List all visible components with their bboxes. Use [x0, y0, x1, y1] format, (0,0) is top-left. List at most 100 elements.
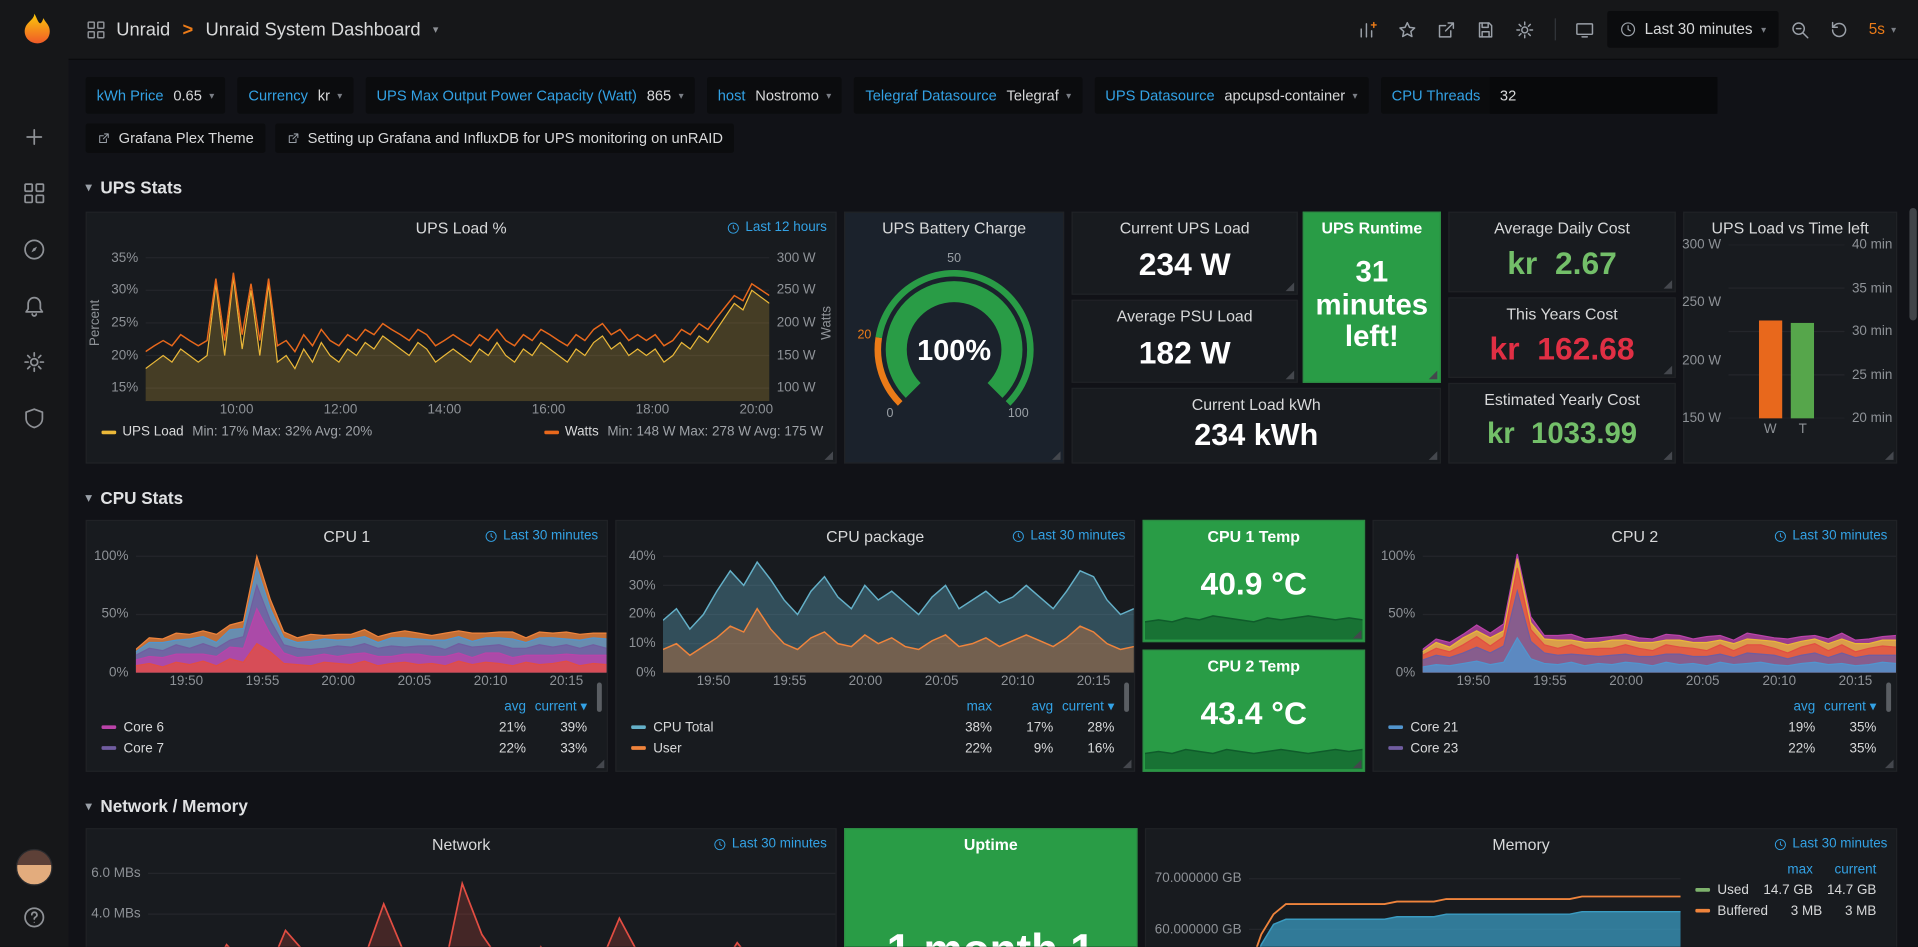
- variable-ups-max-output[interactable]: UPS Max Output Power Capacity (Watt) 865…: [365, 77, 694, 114]
- panel-title[interactable]: This Years Cost: [1450, 298, 1675, 325]
- axis-tick: 12:00: [324, 402, 358, 417]
- axis-tick: 20:05: [398, 674, 432, 689]
- scrollbar-thumb[interactable]: [1909, 208, 1916, 321]
- panel-title[interactable]: UPS Load vs Time left: [1684, 213, 1896, 240]
- legend-series-name[interactable]: Used: [1695, 883, 1749, 898]
- cpu2-chart[interactable]: [1423, 550, 1896, 672]
- dashboards-icon[interactable]: [22, 181, 46, 205]
- variable-telegraf-datasource[interactable]: Telegraf Datasource Telegraf▾: [854, 77, 1082, 114]
- legend-series-name[interactable]: Core 7: [102, 741, 465, 756]
- refresh-interval-picker[interactable]: 5s ▾: [1861, 21, 1903, 38]
- variable-kwh-price[interactable]: kWh Price 0.65▾: [86, 77, 226, 114]
- dashboard-grid-icon[interactable]: [86, 19, 107, 40]
- panel-title[interactable]: CPU 2 Temp: [1144, 651, 1364, 678]
- legend-scrollbar[interactable]: [1124, 683, 1129, 712]
- cpu1-chart[interactable]: [136, 550, 607, 672]
- axis-tick: 4.0 MBs: [91, 907, 140, 922]
- dashboard-settings-gear-icon[interactable]: [1508, 12, 1542, 46]
- panel-title[interactable]: UPS Runtime: [1304, 213, 1440, 240]
- legend-series-name[interactable]: CPU Total: [631, 720, 931, 735]
- axis-tick: 250 W: [1682, 295, 1721, 310]
- legend-scrollbar[interactable]: [597, 683, 602, 712]
- y-axis-left: 100%50%0%: [1374, 550, 1423, 672]
- legend-series-name[interactable]: Core 23: [1388, 741, 1754, 756]
- save-icon[interactable]: [1468, 12, 1502, 46]
- chart-legend: UPS Load Min: 17% Max: 32% Avg: 20% Watt…: [87, 420, 836, 440]
- axis-tick: 20:10: [1762, 674, 1796, 689]
- panel-title[interactable]: Average PSU Load: [1073, 301, 1297, 328]
- add-panel-icon[interactable]: [1351, 12, 1385, 46]
- time-range-picker[interactable]: Last 30 minutes ▾: [1607, 11, 1779, 48]
- panel-title[interactable]: UPS Load %: [87, 213, 836, 240]
- legend-value: 35%: [1815, 741, 1876, 756]
- legend-column-current[interactable]: current: [1813, 862, 1877, 877]
- panel-title[interactable]: CPU 1 Temp: [1144, 521, 1364, 548]
- legend-column-max[interactable]: max: [1749, 862, 1813, 877]
- chevron-down-icon[interactable]: ▾: [433, 23, 439, 36]
- y-axis-label-left: Percent: [87, 245, 104, 402]
- server-admin-shield-icon[interactable]: [22, 406, 46, 430]
- cpu-threads-input[interactable]: [1490, 77, 1718, 114]
- legend-scrollbar[interactable]: [1886, 683, 1891, 712]
- grafana-logo-icon[interactable]: [13, 12, 55, 56]
- page-scrollbar[interactable]: [1908, 0, 1917, 947]
- axis-tick: 100 W: [777, 381, 816, 396]
- section-ups-stats[interactable]: ▾ UPS Stats: [86, 172, 1900, 201]
- legend-column-current[interactable]: current ▾: [526, 698, 587, 714]
- panel-title[interactable]: Current Load kWh: [1073, 389, 1440, 416]
- network-chart[interactable]: [148, 861, 835, 947]
- axis-tick: 20:15: [1839, 674, 1873, 689]
- legend-column-current[interactable]: current ▾: [1053, 698, 1114, 714]
- section-cpu-stats[interactable]: ▾ CPU Stats: [86, 483, 1900, 512]
- legend-value: 3 MB: [1768, 903, 1822, 918]
- legend-column-avg[interactable]: avg: [1754, 699, 1815, 714]
- legend-column-avg[interactable]: avg: [465, 699, 526, 714]
- legend-series-name[interactable]: Core 6: [102, 720, 465, 735]
- section-network-memory[interactable]: ▾ Network / Memory: [86, 791, 1900, 820]
- kiosk-tv-icon[interactable]: [1568, 12, 1602, 46]
- chevron-down-icon: ▾: [86, 491, 92, 504]
- legend-value: 19%: [1754, 720, 1815, 735]
- dashboard-title[interactable]: Unraid System Dashboard: [205, 19, 420, 40]
- clock-icon: [485, 529, 498, 542]
- legend-series-name[interactable]: Buffered: [1695, 903, 1768, 918]
- refresh-icon[interactable]: [1822, 12, 1856, 46]
- star-icon[interactable]: [1390, 12, 1424, 46]
- legend-series-watts[interactable]: Watts Min: 148 W Max: 278 W Avg: 175 W: [544, 424, 823, 439]
- axis-tick: 10%: [629, 636, 656, 651]
- panel-average-psu-load: Average PSU Load 182 W: [1072, 300, 1298, 383]
- legend-value: 28%: [1053, 720, 1114, 735]
- legend-series-name[interactable]: Core 21: [1388, 720, 1754, 735]
- breadcrumb-root[interactable]: Unraid: [116, 19, 170, 40]
- share-icon[interactable]: [1429, 12, 1463, 46]
- link-grafana-plex-theme[interactable]: Grafana Plex Theme: [86, 124, 265, 153]
- panel-title[interactable]: Uptime: [845, 829, 1136, 856]
- legend-column-max[interactable]: max: [931, 699, 992, 714]
- memory-chart[interactable]: [1249, 864, 1681, 947]
- legend-series-ups-load[interactable]: UPS Load Min: 17% Max: 32% Avg: 20%: [102, 424, 373, 439]
- panel-title[interactable]: Average Daily Cost: [1450, 213, 1675, 240]
- explore-compass-icon[interactable]: [22, 237, 46, 261]
- panel-title[interactable]: Estimated Yearly Cost: [1450, 384, 1675, 411]
- ups-load-chart[interactable]: [146, 245, 770, 402]
- variable-label: UPS Max Output Power Capacity (Watt): [376, 87, 636, 104]
- variable-currency[interactable]: Currency kr▾: [237, 77, 353, 114]
- link-ups-monitoring-guide[interactable]: Setting up Grafana and InfluxDB for UPS …: [275, 124, 734, 153]
- axis-tick: 14:00: [428, 402, 462, 417]
- bars-chart[interactable]: [1728, 245, 1844, 419]
- legend-series-name[interactable]: User: [631, 741, 931, 756]
- cpu-package-chart[interactable]: [663, 550, 1134, 672]
- panel-title[interactable]: Current UPS Load: [1073, 213, 1297, 240]
- variable-ups-datasource[interactable]: UPS Datasource apcupsd-container▾: [1094, 77, 1368, 114]
- configuration-gear-icon[interactable]: [22, 350, 46, 374]
- legend-row: Used14.7 GB14.7 GB: [1681, 879, 1896, 900]
- panel-title[interactable]: UPS Battery Charge: [845, 213, 1063, 240]
- legend-column-avg[interactable]: avg: [992, 699, 1053, 714]
- create-icon[interactable]: [22, 125, 46, 149]
- legend-column-current[interactable]: current ▾: [1815, 698, 1876, 714]
- alerting-bell-icon[interactable]: [22, 294, 46, 318]
- variable-host[interactable]: host Nostromo▾: [707, 77, 842, 114]
- zoom-out-icon[interactable]: [1783, 12, 1817, 46]
- user-avatar[interactable]: [16, 849, 53, 886]
- help-icon[interactable]: [22, 905, 46, 929]
